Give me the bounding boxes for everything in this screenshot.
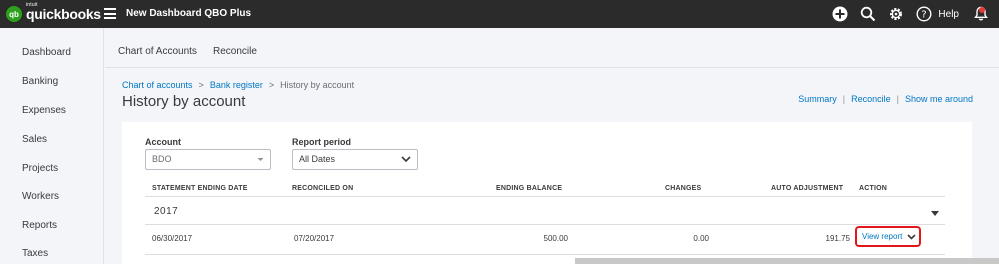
- cell-reconciled-on: 07/20/2017: [294, 234, 335, 243]
- history-card: Account BDO Report period All Dates STAT…: [122, 122, 972, 264]
- logo-intuit-text: intuit: [26, 2, 38, 8]
- column-header-auto-adjustment: AUTO ADJUSTMENT: [771, 185, 844, 192]
- sidebar-item-workers[interactable]: Workers: [22, 191, 59, 202]
- gear-icon[interactable]: [886, 4, 906, 24]
- search-icon[interactable]: [858, 4, 878, 24]
- cell-changes: 0.00: [693, 234, 709, 243]
- page-actions: Summary | Reconcile | Show me around: [798, 94, 973, 104]
- hamburger-menu-icon[interactable]: [104, 8, 116, 19]
- bell-icon[interactable]: [971, 4, 991, 24]
- top-bar: qb intuit quickbooks New Dashboard QBO P…: [0, 0, 999, 28]
- main-content: Chart of Accounts Reconcile Chart of acc…: [105, 28, 999, 264]
- notification-dot: [979, 7, 985, 13]
- view-report-button[interactable]: View report: [855, 226, 921, 247]
- collapse-caret-icon[interactable]: [931, 204, 939, 222]
- help-icon[interactable]: ?: [914, 4, 934, 24]
- breadcrumb-bank-register[interactable]: Bank register: [210, 80, 263, 90]
- breadcrumb-chart-of-accounts[interactable]: Chart of accounts: [122, 80, 193, 90]
- horizontal-scrollbar[interactable]: [575, 258, 999, 264]
- sidebar-item-projects[interactable]: Projects: [22, 163, 58, 174]
- cell-ending-balance: 500.00: [543, 234, 568, 243]
- help-label[interactable]: Help: [938, 9, 959, 20]
- plus-circle-icon[interactable]: [830, 4, 850, 24]
- sidebar-item-taxes[interactable]: Taxes: [22, 248, 48, 259]
- chevron-down-icon: [401, 150, 411, 176]
- view-report-label: View report: [862, 232, 903, 241]
- reconcile-link[interactable]: Reconcile: [851, 94, 891, 104]
- summary-link[interactable]: Summary: [798, 94, 837, 104]
- breadcrumb-current: History by account: [280, 80, 355, 90]
- cell-statement-ending-date: 06/30/2017: [152, 234, 193, 243]
- company-name: New Dashboard QBO Plus: [126, 8, 252, 19]
- group-year: 2017: [154, 206, 179, 217]
- divider: [145, 254, 945, 255]
- account-select-value: BDO: [152, 154, 172, 164]
- breadcrumb: Chart of accounts > Bank register > Hist…: [122, 80, 354, 90]
- divider: [145, 224, 945, 225]
- column-header-ending-balance: ENDING BALANCE: [496, 185, 563, 192]
- column-header-action: ACTION: [859, 185, 888, 192]
- quickbooks-logo[interactable]: qb intuit quickbooks: [6, 2, 101, 23]
- tab-bar: Chart of Accounts Reconcile: [105, 28, 999, 68]
- sidebar-item-sales[interactable]: Sales: [22, 134, 47, 145]
- chevron-down-icon: [907, 233, 916, 240]
- tab-reconcile[interactable]: Reconcile: [213, 46, 257, 57]
- sidebar-item-reports[interactable]: Reports: [22, 220, 57, 231]
- account-select[interactable]: BDO: [145, 149, 271, 170]
- sidebar-item-expenses[interactable]: Expenses: [22, 105, 66, 116]
- link-separator: |: [842, 94, 846, 104]
- cell-auto-adjustment: 191.75: [825, 234, 850, 243]
- column-header-reconciled-on: RECONCILED ON: [292, 185, 354, 192]
- caret-down-icon: [257, 150, 264, 176]
- breadcrumb-separator: >: [198, 80, 204, 90]
- column-header-statement-ending-date: STATEMENT ENDING DATE: [152, 185, 248, 192]
- tab-chart-of-accounts[interactable]: Chart of Accounts: [118, 46, 197, 57]
- sidebar-item-banking[interactable]: Banking: [22, 76, 58, 87]
- page-title: History by account: [122, 93, 246, 110]
- report-period-label: Report period: [292, 137, 352, 147]
- divider: [145, 196, 945, 197]
- sidebar-item-dashboard[interactable]: Dashboard: [22, 47, 71, 58]
- svg-text:?: ?: [922, 10, 927, 21]
- sidebar: Dashboard Banking Expenses Sales Project…: [0, 28, 104, 264]
- report-period-value: All Dates: [299, 154, 336, 164]
- column-header-changes: CHANGES: [665, 185, 702, 192]
- logo-badge: qb: [6, 6, 22, 22]
- breadcrumb-separator: >: [268, 80, 275, 90]
- show-me-around-link[interactable]: Show me around: [905, 94, 973, 104]
- report-period-select[interactable]: All Dates: [292, 149, 418, 170]
- link-separator: |: [896, 94, 899, 104]
- account-label: Account: [145, 137, 181, 147]
